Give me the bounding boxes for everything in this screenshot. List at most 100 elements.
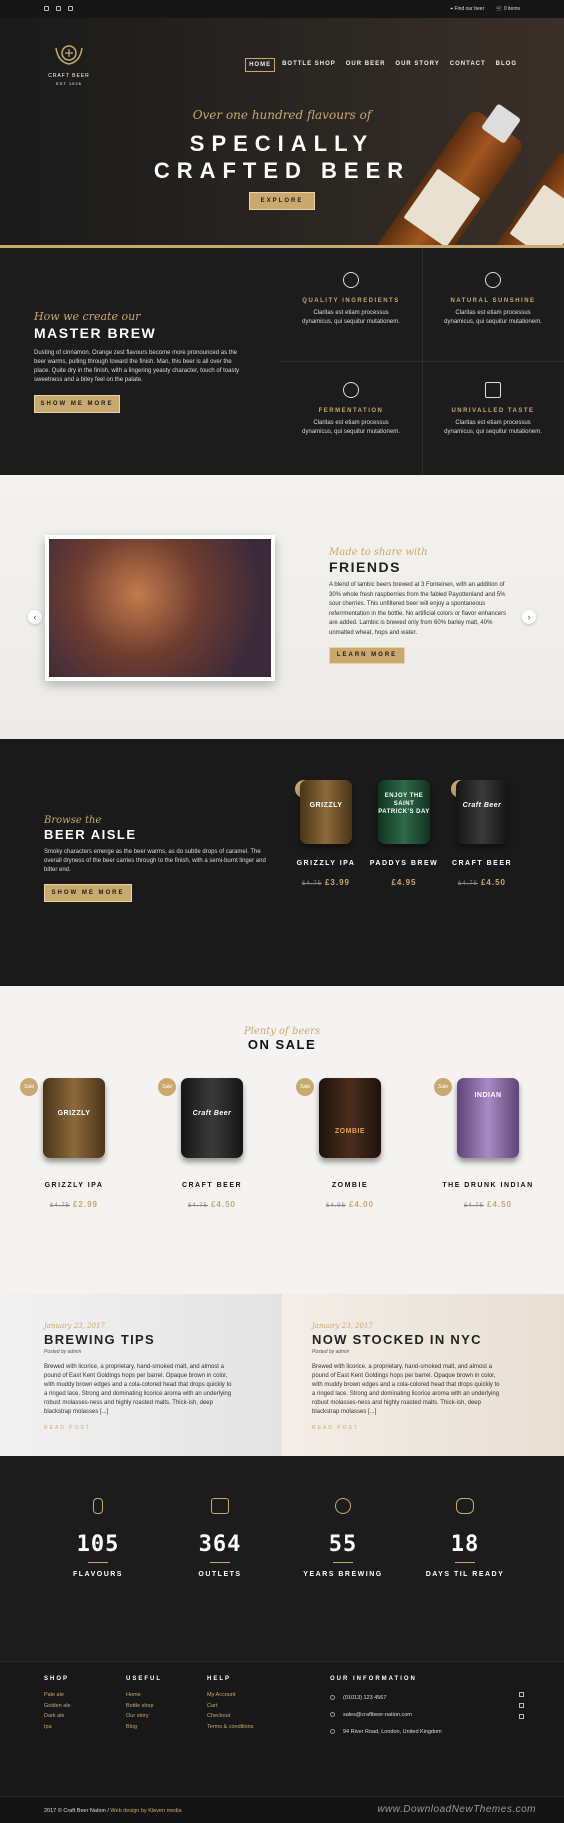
stat-number: 364 [198, 1532, 242, 1557]
footer-link[interactable]: Pale ale [44, 1690, 71, 1701]
twitter-icon[interactable] [519, 1714, 524, 1719]
stat-number: 18 [450, 1532, 480, 1557]
product-card[interactable]: Sale INDIAN THE DRUNK INDIAN £4.75 £4.50 [428, 1078, 548, 1209]
footer-link[interactable]: Our story [126, 1711, 162, 1722]
product-card[interactable]: ENJOY THE SAINT PATRICK'S DAY PADDYS BRE… [369, 780, 439, 887]
nav-home[interactable]: HOME [245, 58, 276, 72]
instagram-icon[interactable] [44, 6, 49, 11]
credit-link[interactable]: Web design by Kleven media [110, 1808, 181, 1814]
footer-link[interactable]: Blog [126, 1722, 162, 1733]
can-label: ZOMBIE [334, 1128, 366, 1135]
footer-link[interactable]: My Account [207, 1690, 253, 1701]
stat-days-til-ready: 18 DAYS TIL READY [405, 1498, 525, 1578]
footer-link[interactable]: Terms & conditions [207, 1722, 253, 1733]
product-name: CRAFT BEER [451, 860, 513, 867]
feature-unrivalled-taste: UNRIVALLED TASTE Claritas est etiam proc… [422, 382, 564, 437]
cart-label: 0 items [503, 6, 520, 12]
product-price: £4.75 £4.50 [152, 1200, 272, 1209]
footer-help-column: HELP My Account Cart Checkout Terms & co… [207, 1676, 253, 1732]
footer-link[interactable]: Checkout [207, 1711, 253, 1722]
beer-aisle-intro: Browse the BEER AISLE Smoky characters e… [44, 815, 274, 902]
sale-price: £4.00 [348, 1200, 375, 1209]
feature-title: QUALITY INGREDIENTS [302, 298, 400, 304]
map-pin-icon [330, 1729, 335, 1735]
footer-link[interactable]: Dark ale [44, 1711, 71, 1722]
can-icon [93, 1498, 103, 1514]
store-icon [211, 1498, 229, 1514]
post-author: Posted by admin [312, 1349, 350, 1355]
stat-divider [210, 1562, 230, 1563]
slider-prev-button[interactable]: ‹ [28, 610, 42, 624]
crest-icon [52, 40, 86, 70]
learn-more-button[interactable]: LEARN MORE [329, 647, 405, 664]
footer-link[interactable]: Home [126, 1690, 162, 1701]
footer-email[interactable]: sales@craftbeer-nation.com [330, 1707, 442, 1724]
footer-heading: SHOP [44, 1676, 70, 1682]
nav-our-story[interactable]: OUR STORY [392, 58, 442, 72]
footer-shop-column: SHOP Pale ale Golden ale Dark ale Ipa [44, 1676, 71, 1732]
badge-icon [335, 1498, 351, 1514]
on-sale-kicker: Plenty of beers [243, 1026, 321, 1037]
old-price: £4.75 [463, 1203, 484, 1209]
post-excerpt: Brewed with licorice, a proprietary, han… [44, 1364, 232, 1415]
can-label: GRIZZLY [57, 1110, 91, 1117]
post-title[interactable]: NOW STOCKED IN NYC [312, 1332, 564, 1347]
friends-title: FRIENDS [329, 559, 401, 575]
cart-link[interactable]: 🛒 0 items [496, 6, 520, 12]
sale-price: £4.95 [391, 878, 417, 887]
nav-bottle-shop[interactable]: BOTTLE SHOP [279, 58, 339, 72]
stat-divider [88, 1562, 108, 1563]
brand-logo[interactable]: CRAFT BEER EST 1926 [44, 40, 94, 86]
find-beer-link[interactable]: ⌖ Find our beer [450, 6, 484, 12]
nav-contact[interactable]: CONTACT [447, 58, 489, 72]
footer-heading: HELP [207, 1676, 232, 1682]
blog-post-card[interactable]: January 23, 2017 BREWING TIPS Posted by … [0, 1294, 282, 1456]
beer-aisle-text: Smoky characters emerge as the beer warm… [44, 849, 266, 873]
beer-can-image: GRIZZLY [43, 1078, 105, 1158]
product-card[interactable]: Sale ZOMBIE ZOMBIE £4.95 £4.00 [290, 1078, 410, 1209]
post-date: January 23, 2017 [312, 1322, 373, 1330]
product-card[interactable]: Sale Craft Beer CRAFT BEER £4.75£4.50 [152, 1078, 272, 1209]
product-name: PADDYS BREW [369, 860, 439, 867]
nav-blog[interactable]: BLOG [493, 58, 520, 72]
friends-section: ‹ › Made to share with FRIENDS A blend o… [0, 475, 564, 739]
sale-badge: Sale [296, 1078, 314, 1096]
facebook-icon[interactable] [519, 1703, 524, 1708]
hero-title-line1: SPECIALLY [189, 131, 375, 156]
street-address: 94 River Road, London, United Kingdom [343, 1729, 442, 1735]
product-price: £4.75 £4.50 [447, 878, 517, 887]
footer-link[interactable]: Cart [207, 1701, 253, 1712]
footer-phone: (01013) 123 4567 [330, 1690, 442, 1707]
master-brew-kicker: How we create our [34, 310, 141, 323]
blog-post-card[interactable]: January 23, 2017 NOW STOCKED IN NYC Post… [282, 1294, 564, 1456]
post-excerpt: Brewed with licorice, a proprietary, han… [312, 1364, 500, 1415]
product-price: £4.75 £2.99 [14, 1200, 134, 1209]
nav-our-beer[interactable]: OUR BEER [343, 58, 389, 72]
explore-button[interactable]: EXPLORE [249, 192, 315, 210]
read-post-link[interactable]: READ POST [312, 1425, 564, 1431]
footer-link[interactable]: Golden ale [44, 1701, 71, 1712]
footer-link[interactable]: Ipa [44, 1722, 71, 1733]
copyright-label: 2017 © Craft Beer Nation / [44, 1808, 111, 1814]
footer-link[interactable]: Bottle shop [126, 1701, 162, 1712]
facebook-icon[interactable] [56, 6, 61, 11]
product-card[interactable]: Sale GRIZZLY GRIZZLY IPA £4.75 £2.99 [14, 1078, 134, 1209]
footer-heading: USEFUL [126, 1676, 162, 1682]
instagram-icon[interactable] [519, 1692, 524, 1697]
read-post-link[interactable]: READ POST [44, 1425, 282, 1431]
feature-text: Claritas est etiam processus dynamicus, … [302, 420, 400, 435]
slider-next-button[interactable]: › [522, 610, 536, 624]
beer-aisle-more-button[interactable]: SHOW ME MORE [44, 884, 132, 902]
master-brew-section: How we create our MASTER BREW Dusting of… [0, 248, 564, 475]
post-title[interactable]: BREWING TIPS [44, 1332, 282, 1347]
crate-icon [485, 382, 501, 398]
footer-heading: OUR INFORMATION [330, 1676, 417, 1682]
product-card[interactable]: Sale GRIZZLY GRIZZLY IPA £4.75£3.99 [291, 780, 361, 887]
email-address: sales@craftbeer-nation.com [343, 1712, 412, 1718]
product-card[interactable]: Sale Craft Beer CRAFT BEER £4.75£4.50 [447, 780, 517, 887]
stat-number: 105 [76, 1532, 120, 1557]
master-brew-more-button[interactable]: SHOW ME MORE [34, 395, 120, 413]
product-price: £4.75 £3.99 [291, 878, 361, 887]
twitter-icon[interactable] [68, 6, 73, 11]
feature-fermentation: FERMENTATION Claritas est etiam processu… [280, 382, 422, 437]
